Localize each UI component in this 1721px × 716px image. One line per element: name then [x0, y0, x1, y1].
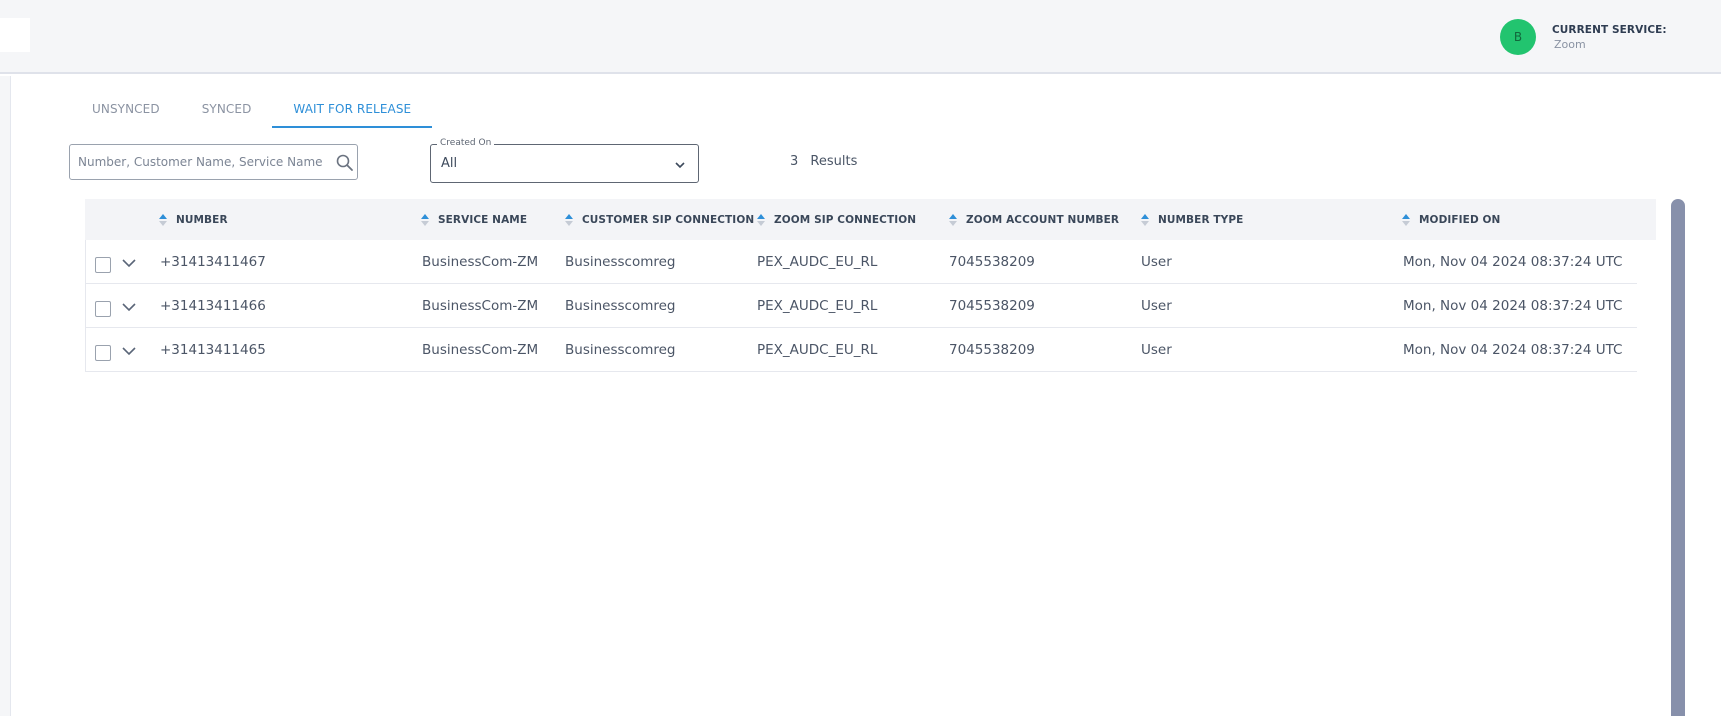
column-header-zoom-account[interactable]: ZOOM ACCOUNT NUMBER: [948, 199, 1119, 240]
cell-modified-on: Mon, Nov 04 2024 08:37:24 UTC: [1403, 342, 1623, 358]
table-header: NUMBER SERVICE NAME CUSTOMER SIP CONNECT…: [85, 199, 1656, 240]
tab-bar: UNSYNCED SYNCED WAIT FOR RELEASE: [71, 96, 433, 128]
sort-icon: [421, 213, 429, 226]
row-checkbox[interactable]: [95, 257, 111, 273]
created-on-label: Created On: [437, 138, 495, 148]
logo-placeholder: [0, 18, 30, 52]
sort-icon: [1402, 213, 1410, 226]
column-header-number[interactable]: NUMBER: [158, 199, 228, 240]
table-row: +31413411465 BusinessCom-ZM Businesscomr…: [85, 328, 1637, 372]
cell-customer-sip: Businesscomreg: [565, 298, 676, 314]
cell-zoom-account: 7045538209: [949, 254, 1035, 270]
current-service-value: Zoom: [1554, 38, 1586, 51]
cell-number-type: User: [1141, 298, 1172, 314]
table-row: +31413411467 BusinessCom-ZM Businesscomr…: [85, 240, 1637, 284]
search-input[interactable]: [78, 153, 328, 171]
column-label: ZOOM SIP CONNECTION: [774, 213, 917, 226]
expand-chevron-icon[interactable]: [121, 343, 137, 359]
expand-chevron-icon[interactable]: [121, 255, 137, 271]
cell-service-name: BusinessCom-ZM: [422, 342, 539, 358]
column-label: SERVICE NAME: [438, 213, 528, 226]
column-header-customer-sip[interactable]: CUSTOMER SIP CONNECTION: [564, 199, 754, 240]
sort-icon: [1141, 213, 1149, 226]
cell-number: +31413411467: [160, 254, 266, 270]
search-box: [69, 144, 358, 180]
created-on-value: All: [441, 156, 458, 171]
cell-zoom-account: 7045538209: [949, 298, 1035, 314]
cell-zoom-sip: PEX_AUDC_EU_RL: [757, 298, 878, 314]
results-count: 3 Results: [790, 154, 857, 169]
cell-zoom-account: 7045538209: [949, 342, 1035, 358]
cell-modified-on: Mon, Nov 04 2024 08:37:24 UTC: [1403, 298, 1623, 314]
column-label: MODIFIED ON: [1419, 213, 1501, 226]
row-checkbox[interactable]: [95, 345, 111, 361]
numbers-table: NUMBER SERVICE NAME CUSTOMER SIP CONNECT…: [85, 199, 1656, 372]
cell-customer-sip: Businesscomreg: [565, 342, 676, 358]
column-header-modified-on[interactable]: MODIFIED ON: [1401, 199, 1500, 240]
current-service-label: CURRENT SERVICE:: [1552, 24, 1667, 36]
avatar[interactable]: B: [1500, 19, 1536, 55]
results-number: 3: [790, 154, 799, 169]
column-label: NUMBER: [176, 213, 228, 226]
cell-number-type: User: [1141, 254, 1172, 270]
column-label: CUSTOMER SIP CONNECTION: [582, 213, 755, 226]
cell-modified-on: Mon, Nov 04 2024 08:37:24 UTC: [1403, 254, 1623, 270]
results-label: Results: [810, 154, 858, 169]
table-body: +31413411467 BusinessCom-ZM Businesscomr…: [85, 240, 1656, 372]
column-header-service-name[interactable]: SERVICE NAME: [420, 199, 527, 240]
cell-number: +31413411465: [160, 342, 266, 358]
tab-synced[interactable]: SYNCED: [181, 96, 273, 128]
chevron-down-icon: [675, 162, 685, 169]
cell-service-name: BusinessCom-ZM: [422, 298, 539, 314]
cell-zoom-sip: PEX_AUDC_EU_RL: [757, 254, 878, 270]
sort-icon: [757, 213, 765, 226]
sort-icon: [565, 213, 573, 226]
vertical-scrollbar[interactable]: [1671, 199, 1685, 716]
created-on-select[interactable]: Created On All: [430, 138, 699, 183]
tab-unsynced[interactable]: UNSYNCED: [71, 96, 181, 128]
expand-chevron-icon[interactable]: [121, 299, 137, 315]
tab-wait-for-release[interactable]: WAIT FOR RELEASE: [272, 96, 433, 128]
sidebar-edge: [0, 76, 11, 716]
avatar-initial: B: [1513, 30, 1523, 44]
cell-customer-sip: Businesscomreg: [565, 254, 676, 270]
sort-icon: [949, 213, 957, 226]
table-row: +31413411466 BusinessCom-ZM Businesscomr…: [85, 284, 1637, 328]
cell-number: +31413411466: [160, 298, 266, 314]
cell-zoom-sip: PEX_AUDC_EU_RL: [757, 342, 878, 358]
search-icon[interactable]: [335, 153, 355, 173]
column-label: ZOOM ACCOUNT NUMBER: [966, 213, 1120, 226]
column-header-zoom-sip[interactable]: ZOOM SIP CONNECTION: [756, 199, 916, 240]
column-header-number-type[interactable]: NUMBER TYPE: [1140, 199, 1243, 240]
sort-icon: [159, 213, 167, 226]
row-checkbox[interactable]: [95, 301, 111, 317]
column-label: NUMBER TYPE: [1158, 213, 1244, 226]
cell-number-type: User: [1141, 342, 1172, 358]
cell-service-name: BusinessCom-ZM: [422, 254, 539, 270]
top-bar: B CURRENT SERVICE: Zoom: [0, 0, 1721, 74]
